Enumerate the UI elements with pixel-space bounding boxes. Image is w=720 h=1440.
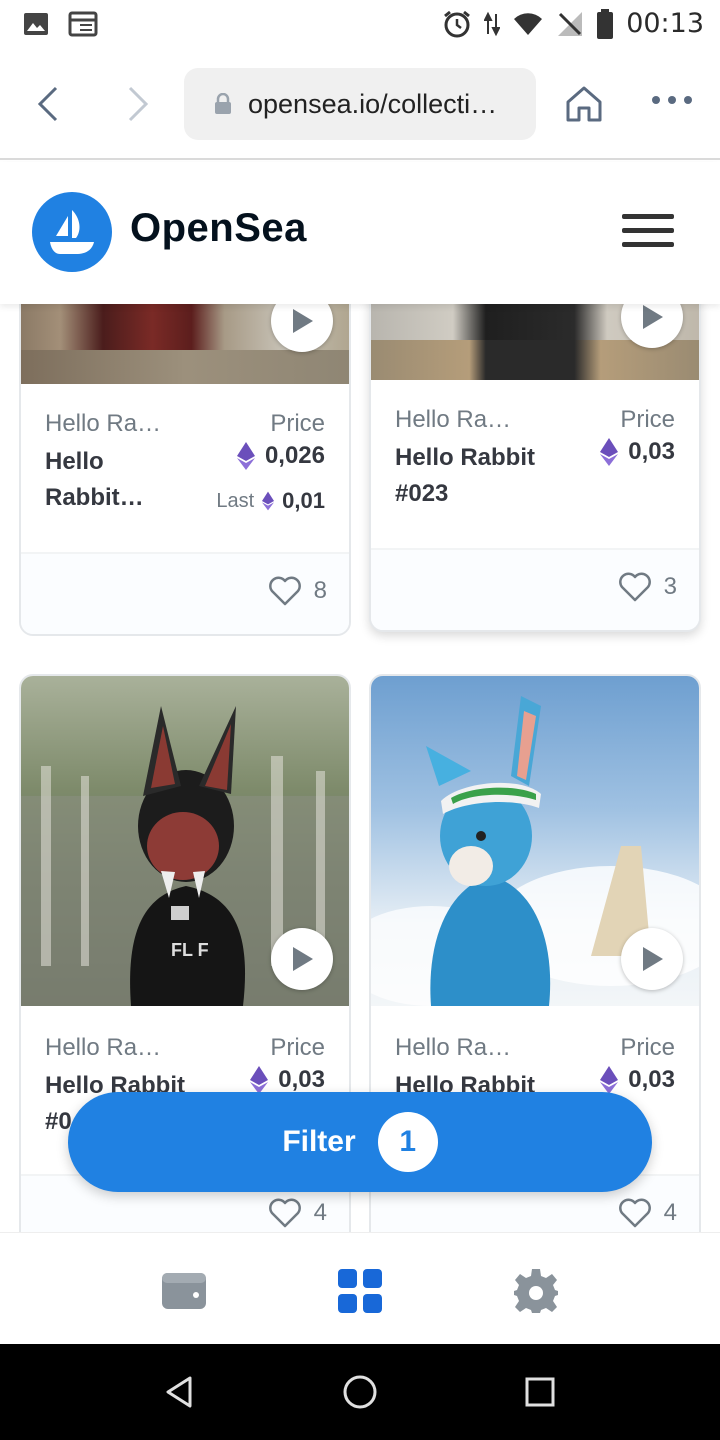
- price-value: 0,03: [278, 1066, 325, 1093]
- site-header: OpenSea: [0, 162, 720, 304]
- asset-name-line1: Hello Rabbit: [395, 444, 536, 471]
- play-icon: [643, 305, 663, 329]
- filter-count-badge: 1: [377, 1112, 438, 1172]
- system-nav-bar: [0, 1344, 720, 1440]
- heart-icon: [618, 572, 651, 602]
- favorite-button[interactable]: 8: [268, 576, 327, 606]
- play-button[interactable]: [621, 928, 683, 990]
- price-label: Price: [270, 1034, 325, 1061]
- play-button[interactable]: [271, 928, 333, 990]
- brand-name[interactable]: OpenSea: [130, 206, 307, 251]
- price-label: Price: [620, 406, 675, 433]
- last-price-value: 0,01: [282, 488, 325, 513]
- asset-name: Hello Rabbit #023: [395, 440, 575, 512]
- heart-icon: [268, 1198, 301, 1228]
- asset-price: 0,03: [250, 1066, 325, 1094]
- asset-name-line2: Rabbit…: [45, 484, 144, 511]
- like-count: 3: [663, 573, 677, 600]
- favorite-button[interactable]: 3: [618, 572, 677, 602]
- last-label: Last: [216, 489, 255, 512]
- price-value: 0,03: [628, 1066, 675, 1093]
- collection-name: Hello Ra…: [395, 1034, 512, 1061]
- like-count: 4: [663, 1199, 677, 1226]
- filter-button[interactable]: Filter 1: [68, 1092, 652, 1192]
- back-icon[interactable]: [30, 84, 70, 124]
- calendar-icon: [68, 11, 98, 37]
- like-count: 4: [313, 1199, 327, 1226]
- alarm-icon: [444, 10, 471, 37]
- asset-card[interactable]: Hello Ra… Price Hello Rabbit… 0,026 Last…: [19, 304, 351, 636]
- wifi-icon: [514, 12, 543, 35]
- data-arrows-icon: [484, 11, 501, 36]
- asset-price: 0,026: [236, 442, 325, 470]
- heart-icon: [618, 1198, 651, 1228]
- grid-icon[interactable]: [336, 1267, 384, 1315]
- price-value: 0,026: [264, 442, 325, 469]
- status-bar: 00:13: [0, 0, 720, 52]
- eth-icon: [262, 491, 275, 511]
- wallet-icon[interactable]: [160, 1267, 208, 1315]
- asset-price: 0,03: [600, 438, 675, 466]
- collection-name: Hello Ra…: [45, 410, 162, 437]
- heart-icon: [268, 576, 301, 606]
- battery-icon: [597, 8, 614, 39]
- like-count: 8: [313, 577, 327, 604]
- bottom-nav: [0, 1232, 720, 1344]
- favorite-button[interactable]: 4: [618, 1198, 677, 1228]
- price-value: 0,03: [628, 438, 675, 465]
- play-icon: [293, 947, 313, 971]
- url-text: opensea.io/collecti…: [248, 88, 498, 119]
- more-icon[interactable]: [650, 90, 694, 110]
- clock: 00:13: [626, 8, 704, 39]
- last-price: Last 0,01: [216, 488, 325, 514]
- asset-card[interactable]: Hello Ra… Price Hello Rabbit #023 0,03 3: [369, 304, 701, 632]
- play-icon: [643, 947, 663, 971]
- asset-price: 0,03: [600, 1066, 675, 1094]
- asset-name-line2: #023: [395, 480, 449, 507]
- play-icon: [293, 309, 313, 333]
- price-label: Price: [270, 410, 325, 437]
- eth-icon: [600, 1066, 619, 1094]
- collection-name: Hello Ra…: [45, 1034, 162, 1061]
- favorite-button[interactable]: 4: [268, 1198, 327, 1228]
- card-footer: 8: [21, 552, 349, 634]
- forward-icon[interactable]: [116, 84, 156, 124]
- recents-square-icon[interactable]: [520, 1372, 560, 1412]
- lock-icon: [215, 93, 231, 114]
- home-icon[interactable]: [562, 82, 606, 126]
- price-label: Price: [620, 1034, 675, 1061]
- home-circle-icon[interactable]: [340, 1372, 380, 1412]
- opensea-logo-icon[interactable]: [32, 192, 112, 272]
- collection-name: Hello Ra…: [395, 406, 512, 433]
- asset-name-line1: Hello: [45, 448, 104, 475]
- no-signal-icon: [558, 11, 583, 36]
- hamburger-menu-icon[interactable]: [622, 214, 674, 252]
- eth-icon: [600, 438, 619, 466]
- asset-name: Hello Rabbit…: [45, 444, 195, 516]
- browser-toolbar: opensea.io/collecti…: [0, 52, 720, 160]
- image-icon: [24, 13, 48, 35]
- settings-icon[interactable]: [512, 1267, 560, 1315]
- svg-text:FL F: FL F: [171, 940, 209, 960]
- filter-label: Filter: [282, 1125, 356, 1158]
- eth-icon: [236, 442, 255, 470]
- card-footer: 3: [371, 548, 699, 630]
- back-triangle-icon[interactable]: [160, 1372, 200, 1412]
- eth-icon: [250, 1066, 269, 1094]
- url-bar[interactable]: opensea.io/collecti…: [184, 68, 536, 140]
